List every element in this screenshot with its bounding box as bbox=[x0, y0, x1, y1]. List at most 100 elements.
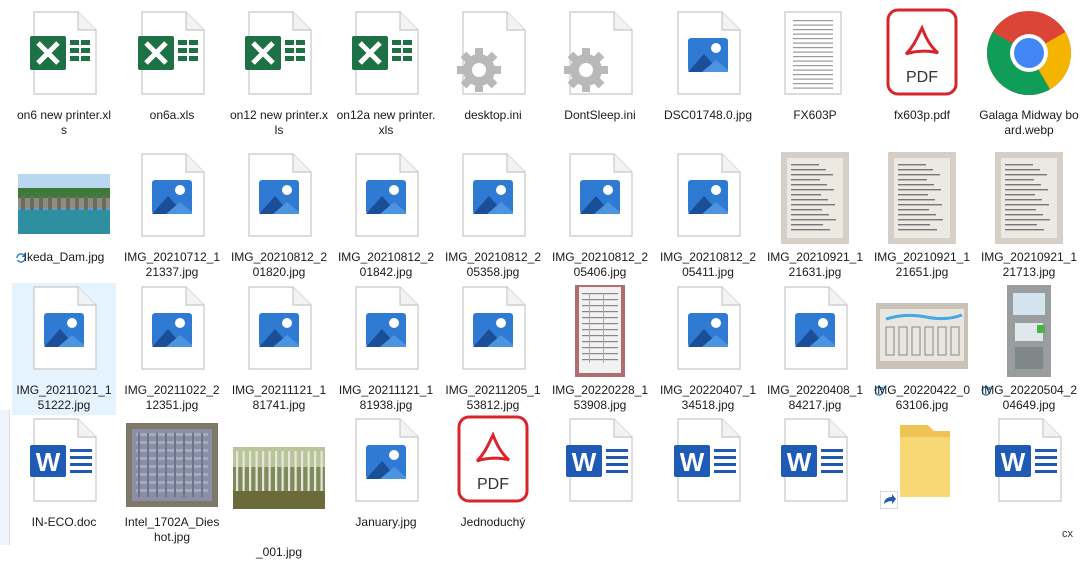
file-name-label: desktop.ini bbox=[464, 108, 522, 122]
navigation-pane-edge[interactable] bbox=[0, 410, 10, 545]
file-item[interactable]: desktop.ini bbox=[441, 8, 545, 140]
machine-photo-thumbnail bbox=[977, 283, 1081, 381]
svg-text:W: W bbox=[680, 447, 705, 477]
file-name-label: _001.jpg bbox=[255, 545, 303, 559]
file-name-label: January.jpg bbox=[355, 515, 417, 529]
file-name-label: IMG_20211022_212351.jpg bbox=[124, 383, 220, 412]
file-item[interactable]: _001.jpg bbox=[227, 415, 331, 559]
file-item[interactable]: IMG_20210812_205406.jpg bbox=[548, 150, 652, 282]
file-grid: cx on6 new printer.xls on6a.xls on12 new… bbox=[0, 0, 1086, 583]
file-item[interactable]: PDF Jednoduchý bbox=[441, 415, 545, 547]
word-icon: W bbox=[977, 415, 1081, 513]
file-item[interactable]: IMG_20210812_201842.jpg bbox=[334, 150, 438, 282]
file-item[interactable]: IMG_20210921_121713.jpg bbox=[977, 150, 1081, 282]
file-item[interactable]: IMG_20210812_205358.jpg bbox=[441, 150, 545, 282]
file-name-label: on6a.xls bbox=[149, 108, 195, 122]
file-item[interactable]: IMG_20211121_181938.jpg bbox=[334, 283, 438, 415]
file-name-label: IMG_20210921_121651.jpg bbox=[873, 250, 971, 279]
file-item[interactable]: IMG_20211022_212351.jpg bbox=[120, 283, 224, 415]
file-item[interactable]: W bbox=[763, 415, 867, 547]
file-name-label: IMG_20210812_205358.jpg bbox=[444, 250, 542, 279]
file-name-label: IMG_20210812_201820.jpg bbox=[230, 250, 328, 279]
file-item[interactable]: W bbox=[548, 415, 652, 547]
file-name-label: IMG_20210921_121713.jpg bbox=[980, 250, 1078, 279]
excel-icon bbox=[227, 8, 331, 106]
word-icon: W bbox=[548, 415, 652, 513]
file-item[interactable]: IMG_20211121_181741.jpg bbox=[227, 283, 331, 415]
photo-file-icon bbox=[227, 283, 331, 381]
file-item[interactable]: on12 new printer.xls bbox=[227, 8, 331, 140]
file-item[interactable]: January.jpg bbox=[334, 415, 438, 547]
file-name-label: IMG_20220408_184217.jpg bbox=[766, 383, 864, 412]
word-icon: W bbox=[656, 415, 760, 513]
file-name-label: on6 new printer.xls bbox=[16, 108, 112, 137]
file-name-label: IMG_20220504_204649.jpg bbox=[980, 383, 1078, 412]
photo-file-icon bbox=[763, 283, 867, 381]
file-item[interactable]: IMG_20210921_121651.jpg bbox=[870, 150, 974, 282]
photo-file-icon bbox=[656, 283, 760, 381]
file-name-label: IMG_20220407_134518.jpg bbox=[659, 383, 757, 412]
file-item[interactable]: on6a.xls bbox=[120, 8, 224, 140]
file-item[interactable]: IMG_20210812_205411.jpg bbox=[656, 150, 760, 282]
file-item[interactable]: PDF fx603p.pdf bbox=[870, 8, 974, 140]
svg-text:PDF: PDF bbox=[477, 476, 509, 493]
photo-file-icon bbox=[441, 150, 545, 248]
text-file-icon bbox=[763, 8, 867, 106]
file-item[interactable]: IMG_20220504_204649.jpg bbox=[977, 283, 1081, 415]
photo-file-icon bbox=[656, 8, 760, 106]
pdf-icon: PDF bbox=[870, 8, 974, 106]
photo-file-icon bbox=[120, 150, 224, 248]
file-item[interactable]: Galaga Midway board.webp bbox=[977, 8, 1081, 140]
file-name-label: IMG_20210712_121337.jpg bbox=[123, 250, 221, 279]
file-name-label: IMG_20210812_205411.jpg bbox=[659, 250, 757, 279]
file-item[interactable]: W bbox=[656, 415, 760, 547]
photo-file-icon bbox=[656, 150, 760, 248]
file-item[interactable]: IMG_20210921_121631.jpg bbox=[763, 150, 867, 282]
file-item[interactable]: W bbox=[977, 415, 1081, 547]
photo-file-icon bbox=[334, 283, 438, 381]
file-name-label: on12a new printer.xls bbox=[336, 108, 436, 137]
file-name-label: Jednoduchý bbox=[460, 515, 526, 529]
file-item[interactable]: IMG_20220422_063106.jpg bbox=[870, 283, 974, 415]
document-photo-thumbnail bbox=[977, 150, 1081, 248]
settings-file-icon bbox=[548, 8, 652, 106]
file-name-label: Galaga Midway board.webp bbox=[979, 108, 1079, 137]
svg-text:W: W bbox=[787, 447, 812, 477]
file-name-label: fx603p.pdf bbox=[893, 108, 951, 122]
file-item[interactable]: on6 new printer.xls bbox=[12, 8, 116, 140]
file-item[interactable]: IMG_20220408_184217.jpg bbox=[763, 283, 867, 415]
whiteboard-photo-thumbnail bbox=[870, 283, 974, 381]
svg-text:W: W bbox=[36, 447, 61, 477]
chrome-icon bbox=[977, 8, 1081, 106]
file-item[interactable]: IMG_20211205_153812.jpg bbox=[441, 283, 545, 415]
document-photo-thumbnail bbox=[870, 150, 974, 248]
settings-file-icon bbox=[441, 8, 545, 106]
file-item[interactable]: IMG_20220228_153908.jpg bbox=[548, 283, 652, 415]
excel-icon bbox=[334, 8, 438, 106]
file-item[interactable]: IMG_20211021_151222.jpg bbox=[12, 283, 116, 415]
file-item[interactable]: DontSleep.ini bbox=[548, 8, 652, 140]
file-item[interactable]: IMG_20220407_134518.jpg bbox=[656, 283, 760, 415]
forest-photo-thumbnail bbox=[227, 415, 331, 513]
file-name-label: Ikeda_Dam.jpg bbox=[23, 250, 105, 264]
dam-photo-thumbnail bbox=[12, 150, 116, 248]
photo-file-icon bbox=[441, 283, 545, 381]
file-item[interactable]: IMG_20210712_121337.jpg bbox=[120, 150, 224, 282]
file-name-label: FX603P bbox=[793, 108, 837, 122]
file-item[interactable]: FX603P bbox=[763, 8, 867, 140]
file-item[interactable] bbox=[870, 415, 974, 547]
file-item[interactable]: Ikeda_Dam.jpg bbox=[12, 150, 116, 282]
file-name-label: IMG_20220422_063106.jpg bbox=[873, 383, 971, 412]
file-item[interactable]: IMG_20210812_201820.jpg bbox=[227, 150, 331, 282]
file-item[interactable]: W IN-ECO.doc bbox=[12, 415, 116, 547]
word-icon: W bbox=[763, 415, 867, 513]
file-name-label: DSC01748.0.jpg bbox=[663, 108, 753, 122]
table-photo-thumbnail bbox=[548, 283, 652, 381]
file-item[interactable]: Intel_1702A_Dieshot.jpg bbox=[120, 415, 224, 547]
svg-text:W: W bbox=[1001, 447, 1026, 477]
file-item[interactable]: DSC01748.0.jpg bbox=[656, 8, 760, 140]
document-photo-thumbnail bbox=[763, 150, 867, 248]
photo-file-icon bbox=[120, 283, 224, 381]
photo-file-icon bbox=[334, 415, 438, 513]
file-item[interactable]: on12a new printer.xls bbox=[334, 8, 438, 140]
